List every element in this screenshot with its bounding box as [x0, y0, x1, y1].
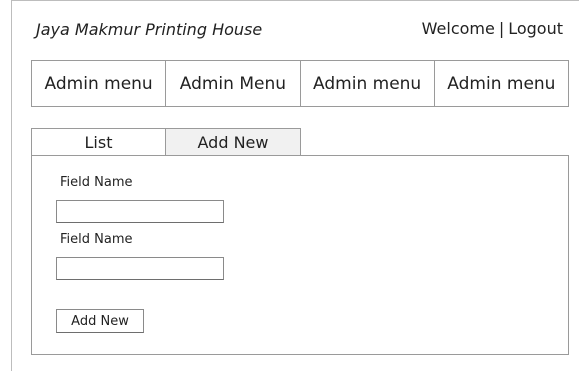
tab-add-new[interactable]: Add New [166, 128, 301, 155]
site-brand: Jaya Makmur Printing House [36, 20, 263, 39]
user-links-separator: | [498, 19, 505, 38]
welcome-link[interactable]: Welcome [422, 19, 495, 38]
user-links: Welcome | Logout [422, 19, 563, 38]
field-name-input-1[interactable] [56, 200, 224, 223]
add-new-button[interactable]: Add New [56, 309, 144, 333]
field-name-input-2[interactable] [56, 257, 224, 280]
admin-menu-item-3[interactable]: Admin menu [301, 61, 435, 106]
field-name-label-2: Field Name [60, 232, 133, 247]
admin-menu-item-1[interactable]: Admin menu [32, 61, 167, 106]
logout-link[interactable]: Logout [508, 19, 563, 38]
admin-menu-bar: Admin menu Admin Menu Admin menu Admin m… [31, 60, 569, 107]
field-name-label-1: Field Name [60, 175, 133, 190]
tab-bar: List Add New [31, 128, 301, 155]
admin-menu-item-4[interactable]: Admin menu [435, 61, 568, 106]
add-new-form-panel: Field Name Field Name Add New [31, 155, 569, 355]
tab-list[interactable]: List [31, 128, 166, 155]
admin-menu-item-2[interactable]: Admin Menu [166, 61, 301, 106]
